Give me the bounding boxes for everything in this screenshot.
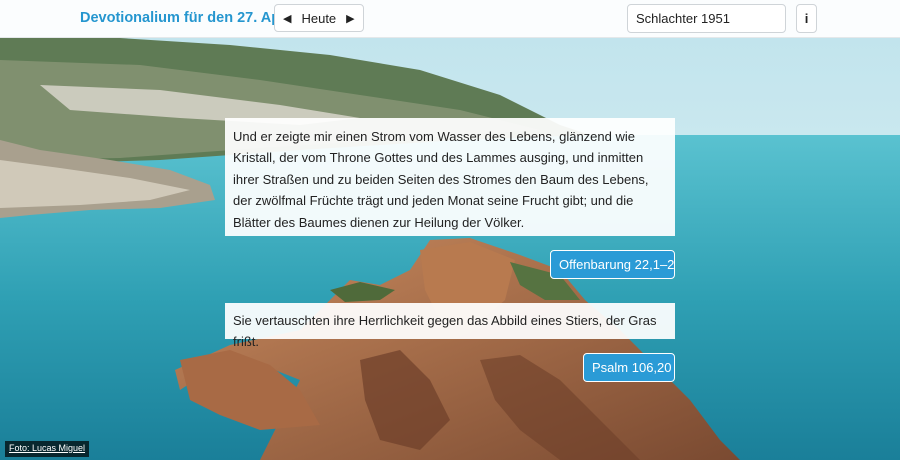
verse-card: Und er zeigte mir einen Strom vom Wasser…: [225, 118, 675, 236]
triangle-right-icon[interactable]: ▶: [346, 12, 354, 25]
info-button[interactable]: i: [796, 4, 817, 33]
verse-text: Und er zeigte mir einen Strom vom Wasser…: [233, 129, 649, 230]
triangle-left-icon[interactable]: ◀: [283, 12, 291, 25]
date-navigation: ◀ Heute ▶: [274, 4, 364, 32]
translation-select[interactable]: Schlachter 1951: [627, 4, 786, 33]
verse-reference-button[interactable]: Offenbarung 22,1–2: [550, 250, 675, 279]
page-title[interactable]: Devotionalium für den 27. April: [80, 10, 294, 26]
top-bar: Devotionalium für den 27. April ◀ Heute …: [0, 0, 900, 38]
verse-reference-button[interactable]: Psalm 106,20: [583, 353, 675, 382]
photo-credit-link[interactable]: Foto: Lucas Miguel: [5, 441, 90, 457]
verse-card: Sie vertauschten ihre Herrlichkeit gegen…: [225, 303, 675, 349]
today-button[interactable]: Heute: [301, 11, 336, 26]
